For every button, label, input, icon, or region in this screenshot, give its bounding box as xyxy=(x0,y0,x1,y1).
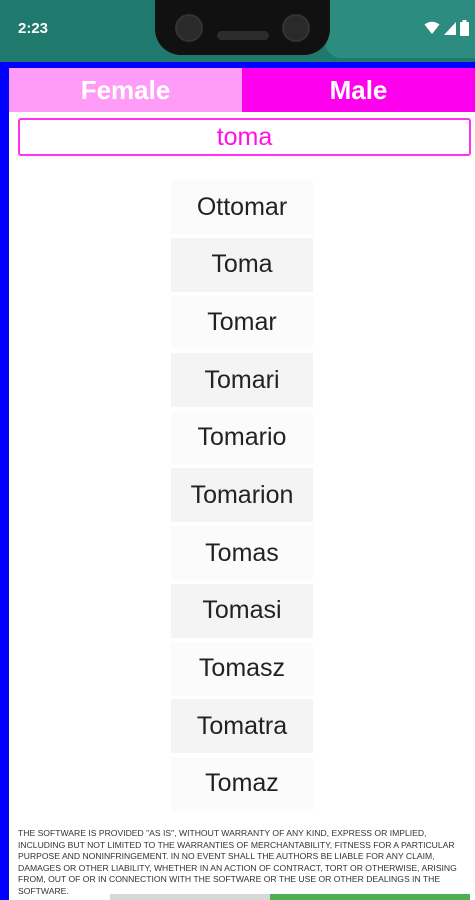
list-item[interactable]: Tomaz xyxy=(171,756,313,811)
wifi-icon xyxy=(424,21,440,40)
list-item[interactable]: Tomar xyxy=(171,295,313,350)
list-item[interactable]: Toma xyxy=(171,237,313,292)
signal-icon xyxy=(444,21,456,40)
list-item[interactable]: Tomasz xyxy=(171,641,313,696)
battery-icon xyxy=(460,20,469,41)
camera-icon xyxy=(175,14,203,42)
sensor-icon xyxy=(282,14,310,42)
status-time: 2:23 xyxy=(18,20,49,37)
status-icons xyxy=(424,20,469,41)
bottom-bar-green xyxy=(270,894,470,900)
list-item[interactable]: Tomasi xyxy=(171,583,313,638)
search-input[interactable] xyxy=(18,118,471,156)
list-item[interactable]: Tomari xyxy=(171,353,313,408)
bottom-bar xyxy=(110,894,470,900)
gender-tabs: Female Male xyxy=(9,68,475,112)
speaker-grille xyxy=(217,31,269,40)
camera-notch xyxy=(155,0,330,55)
list-item[interactable]: Tomarion xyxy=(171,468,313,523)
list-item[interactable]: Tomario xyxy=(171,410,313,465)
app-content: Female Male OttomarTomaTomarTomariTomari… xyxy=(9,68,475,900)
list-item[interactable]: Ottomar xyxy=(171,180,313,234)
license-text: THE SOFTWARE IS PROVIDED "AS IS", WITHOU… xyxy=(18,828,457,896)
list-item[interactable]: Tomas xyxy=(171,526,313,581)
tab-female[interactable]: Female xyxy=(9,68,242,112)
device-frame: 2:23 Female Male OttomarTomaTomarTomar xyxy=(0,0,475,900)
status-bar: 2:23 xyxy=(0,0,475,62)
results-list: Ottomar Toma Tomar Tomari Tomario Tomarion Tom… xyxy=(9,180,475,815)
list-item[interactable]: Tomatra xyxy=(171,699,313,754)
search-container xyxy=(9,112,475,156)
tab-male[interactable]: Male xyxy=(242,68,475,112)
